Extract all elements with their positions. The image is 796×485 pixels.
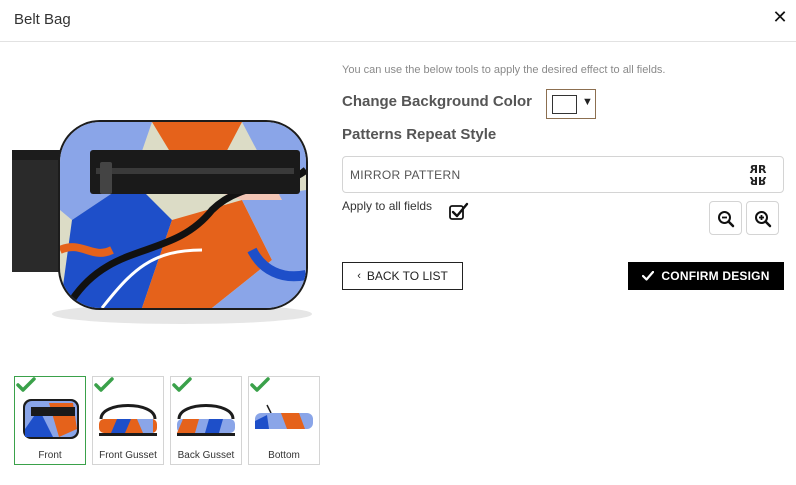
- apply-all-label: Apply to all fields: [342, 199, 433, 213]
- chevron-left-icon: ‹: [357, 270, 361, 282]
- close-icon[interactable]: ✕: [770, 7, 790, 27]
- zoom-in-button[interactable]: [746, 201, 779, 235]
- back-to-list-button[interactable]: ‹ BACK TO LIST: [342, 262, 463, 290]
- panel-thumb-bottom[interactable]: Bottom: [248, 376, 320, 465]
- confirm-design-label: CONFIRM DESIGN: [661, 269, 770, 283]
- panel-thumb-label: Bottom: [268, 450, 300, 461]
- panel-thumb-front-gusset[interactable]: Front Gusset: [92, 376, 164, 465]
- front-gusset-panel-image: [99, 404, 157, 436]
- panel-thumb-back-gusset[interactable]: Back Gusset: [170, 376, 242, 465]
- dialog-title: Belt Bag: [14, 11, 71, 28]
- mirror-pattern-icon: R R R R: [749, 163, 767, 187]
- pattern-repeat-select[interactable]: MIRROR PATTERN R R R R: [342, 156, 784, 193]
- product-preview: [12, 120, 312, 324]
- bottom-panel-image: [255, 404, 313, 429]
- panel-thumb-front[interactable]: Front: [14, 376, 86, 465]
- confirm-design-button[interactable]: CONFIRM DESIGN: [628, 262, 784, 290]
- color-swatch: [552, 95, 577, 114]
- svg-text:R: R: [749, 174, 758, 187]
- svg-text:R: R: [758, 174, 767, 187]
- dialog-header: Belt Bag ✕: [0, 0, 796, 42]
- tools-hint: You can use the below tools to apply the…: [342, 64, 666, 76]
- zoom-out-icon: [718, 211, 735, 228]
- pattern-repeat-value: MIRROR PATTERN: [350, 168, 461, 182]
- panel-thumbnails: Front Front Gusset Back Gusset Bottom: [14, 376, 320, 465]
- zoom-in-icon: [755, 211, 772, 228]
- panel-thumb-label: Back Gusset: [177, 450, 235, 461]
- background-color-picker[interactable]: ▼: [546, 89, 596, 119]
- back-to-list-label: BACK TO LIST: [366, 269, 448, 283]
- check-icon: [642, 271, 655, 281]
- apply-all-checkbox[interactable]: [449, 202, 469, 220]
- caret-down-icon: ▼: [582, 96, 593, 108]
- panel-thumb-label: Front: [38, 450, 62, 461]
- back-gusset-panel-image: [177, 404, 235, 436]
- background-color-label: Change Background Color: [342, 93, 533, 110]
- zoom-out-button[interactable]: [709, 201, 742, 235]
- front-panel-image: [23, 399, 79, 439]
- pattern-repeat-label: Patterns Repeat Style: [342, 126, 497, 143]
- panel-thumb-label: Front Gusset: [99, 450, 157, 461]
